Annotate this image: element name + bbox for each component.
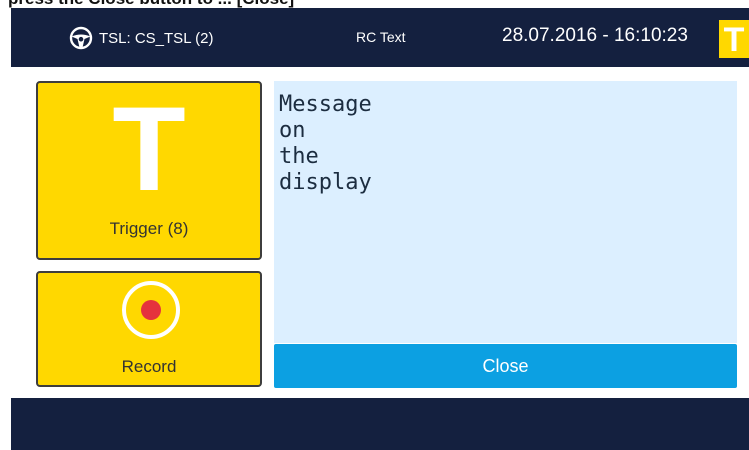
message-line: display <box>279 170 372 195</box>
message-line: Message <box>279 92 372 117</box>
message-line: the <box>279 144 319 169</box>
trigger-label: Trigger (8) <box>109 219 189 238</box>
datetime-display: 28.07.2016 - 16:10:23 <box>502 25 688 46</box>
screen-title: RC Text <box>356 29 406 45</box>
steering-wheel-icon <box>69 26 93 50</box>
footer-bar <box>11 398 749 450</box>
record-icon <box>122 281 180 339</box>
tsl-indicator: TSL: CS_TSL (2) <box>69 26 213 50</box>
record-button[interactable]: Record <box>36 271 262 387</box>
close-button[interactable]: Close <box>274 344 737 388</box>
trigger-button[interactable]: T Trigger (8) <box>36 81 262 260</box>
tsl-label: TSL: CS_TSL (2) <box>99 29 214 47</box>
message-line: on <box>279 118 306 143</box>
trigger-letter-icon: T <box>112 82 186 216</box>
main-content: T Trigger (8) Record Message on the disp… <box>11 67 749 398</box>
trigger-badge: T <box>719 20 749 58</box>
record-dot <box>141 300 161 320</box>
record-label: Record <box>121 357 177 376</box>
header-bar: TSL: CS_TSL (2) RC Text 28.07.2016 - 16:… <box>11 8 749 67</box>
message-display: Message on the display <box>274 81 737 343</box>
top-strip: press the Close button to ... [Close] <box>0 0 749 8</box>
